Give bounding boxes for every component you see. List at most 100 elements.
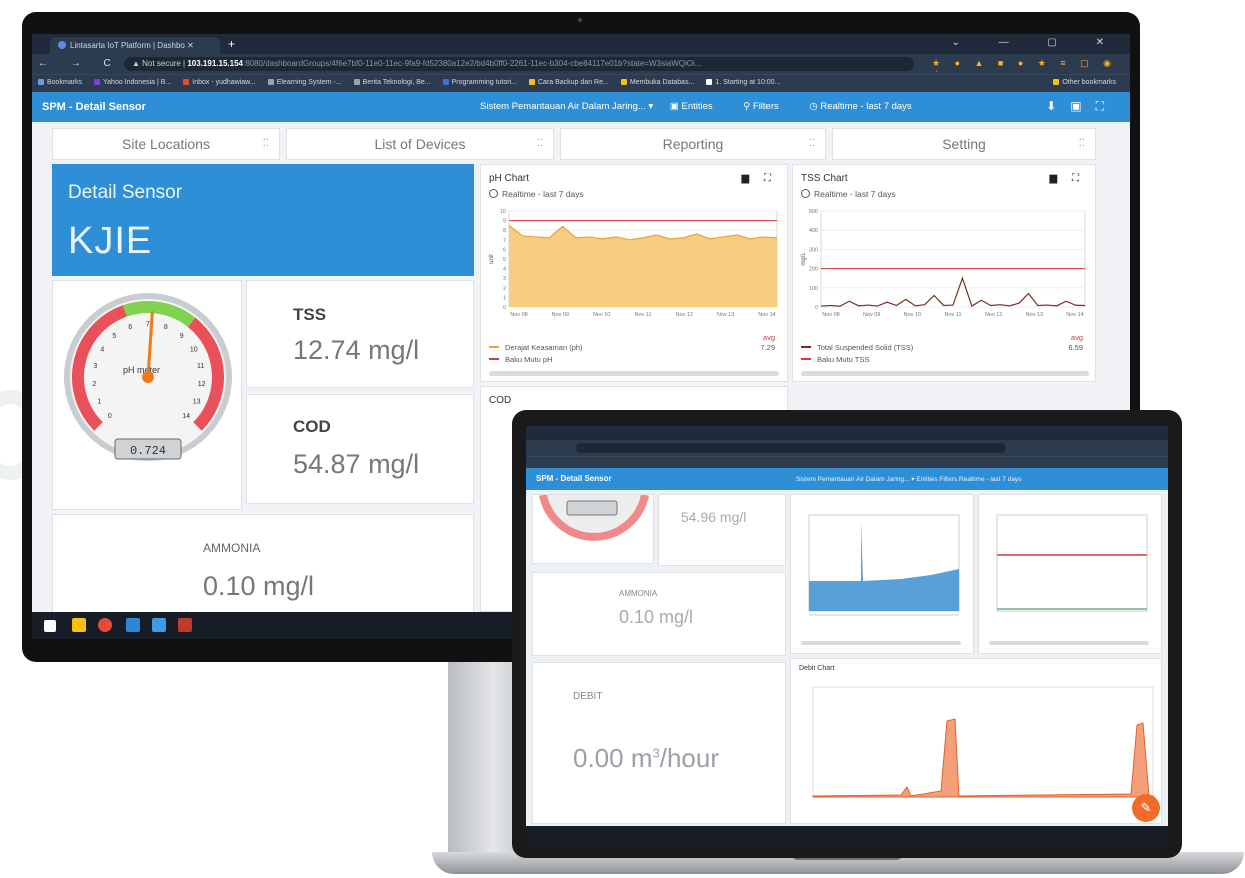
tss-chart-timewindow[interactable]: Realtime - last 7 days — [801, 189, 896, 199]
laptop-debit-chart: Debit Chart — [790, 658, 1162, 824]
dashboard-toolbar: Sistem Pemantauan Air Dalam Jaring... ▾ … — [480, 101, 940, 112]
ammonia-value-card: AMMONIA 0.10 mg/l — [52, 514, 474, 624]
chart-actions[interactable]: ▆ ⛶ — [742, 173, 777, 184]
x-tick-label: Nov 10 — [904, 312, 921, 318]
clock-icon — [489, 189, 498, 198]
bookmark-item[interactable]: Inbox - yudhawiaw... — [177, 75, 261, 90]
laptop-address-bar[interactable] — [576, 443, 1006, 453]
bookmark-item[interactable]: Yahoo Indonesia | B... — [88, 75, 177, 90]
y-tick-label: 200 — [809, 267, 818, 273]
ph-chart-timewindow[interactable]: Realtime - last 7 days — [489, 189, 584, 199]
y-tick-label: 0 — [815, 305, 818, 311]
ph-legend-avg: 7.29 — [760, 343, 775, 352]
bookmark-item[interactable]: Programming tutori... — [437, 75, 523, 90]
laptop-gauge — [539, 494, 649, 541]
laptop-ammonia-card: AMMONIA 0.10 mg/l — [532, 572, 786, 656]
y-tick-label: 4 — [503, 267, 506, 273]
nav-list-of-devices[interactable]: List of Devices ⁚⁚ — [286, 128, 554, 160]
ph-limit-legend-row[interactable]: Baku Mutu pH — [489, 355, 553, 364]
bookmark-item[interactable]: Membuka Databas... — [615, 75, 701, 90]
entities-button[interactable]: ▣ Entities — [670, 101, 727, 112]
y-tick-label: 400 — [809, 228, 818, 234]
laptop-debit-card: DEBIT 0.00 m3/hour — [532, 662, 786, 824]
tss-legend-row[interactable]: Total Suspended Solid (TSS) — [801, 343, 913, 352]
nav-buttons[interactable]: ← → C — [38, 58, 121, 69]
nav-setting[interactable]: Setting ⁚⁚ — [832, 128, 1096, 160]
drag-handle-icon[interactable]: ⁚⁚ — [263, 138, 269, 149]
gauge-tick-label: 8 — [164, 324, 168, 331]
y-tick-label: 5 — [503, 257, 506, 263]
gauge-tick-label: 11 — [197, 363, 204, 370]
cod-title: COD — [293, 417, 331, 436]
y-tick-label: 10 — [500, 209, 506, 215]
gauge-tick-label: 0 — [108, 413, 112, 420]
gauge-tick-label: 2 — [92, 381, 96, 388]
y-axis-label: unit — [489, 254, 495, 264]
tss-limit-legend-row[interactable]: Baku Mutu TSS — [801, 355, 869, 364]
plot-area — [820, 210, 1086, 308]
app-icon[interactable] — [178, 618, 192, 632]
ammonia-value: 0.10 mg/l — [203, 571, 315, 601]
gauge-tick-label: 5 — [112, 333, 116, 340]
tss-value-card: TSS 12.74 mg/l — [246, 280, 474, 388]
y-tick-label: 100 — [809, 286, 818, 292]
windows-start-icon[interactable] — [44, 620, 56, 632]
address-bar[interactable]: ▲ Not secure | 103.191.15.154:8080/dashb… — [124, 57, 914, 71]
bookmark-icon — [38, 79, 44, 85]
ph-chart-scrollbar[interactable] — [489, 371, 779, 376]
drag-handle-icon[interactable]: ⁚⁚ — [1079, 138, 1085, 149]
site-favicon-icon — [58, 41, 66, 49]
ph-chart-plot: 109876543210Nov 08 Nov 09 Nov 10 Nov 11 Nov … — [489, 209, 778, 318]
drag-handle-icon[interactable]: ⁚⁚ — [537, 138, 543, 149]
laptop-bookmarks-bar — [526, 456, 1168, 468]
bookmarks-bar: Bookmarks Yahoo Indonesia | B... Inbox - y… — [32, 74, 1130, 92]
ph-legend-header: avg — [762, 333, 775, 342]
filters-button[interactable]: ⚲ Filters — [743, 101, 792, 112]
edit-fab-button[interactable]: ✎ — [1132, 794, 1160, 822]
vscode-icon[interactable] — [126, 618, 140, 632]
x-tick-label: Nov 08 — [822, 312, 839, 318]
laptop-dashboard-toolbar[interactable]: Sistem Pemantauan Air Dalam Jaring... ▾ … — [796, 475, 1021, 483]
x-tick-label: Nov 11 — [944, 312, 961, 318]
bookmark-icon — [183, 79, 190, 85]
chrome-icon[interactable] — [98, 618, 112, 632]
new-tab-button[interactable]: + — [228, 37, 235, 51]
dashboard-title: SPM - Detail Sensor — [42, 101, 146, 113]
bookmark-item[interactable]: Berita Teknologi, Be... — [348, 75, 437, 90]
todo-icon[interactable] — [152, 618, 166, 632]
gauge-tick-label: 3 — [93, 363, 97, 370]
tss-chart-title: TSS Chart — [801, 173, 848, 184]
laptop-cod-card: 54.96 mg/l — [658, 494, 786, 566]
y-tick-label: 8 — [503, 228, 506, 234]
nav-reporting[interactable]: Reporting ⁚⁚ — [560, 128, 826, 160]
bookmark-item[interactable]: Cara Backup dan Re... — [523, 75, 615, 90]
bookmark-item[interactable]: Bookmarks — [32, 75, 88, 90]
file-explorer-icon[interactable] — [72, 618, 86, 632]
x-tick-label: Nov 12 — [985, 312, 1002, 318]
laptop-taskbar — [526, 826, 1168, 846]
timewindow-button[interactable]: ◷ Realtime - last 7 days — [809, 101, 925, 112]
tab-title: Lintasarta IoT Platform | Dashbo — [70, 41, 185, 50]
tss-chart-scrollbar[interactable] — [801, 371, 1089, 376]
header-icons[interactable]: ⬇▣⛶ — [1046, 99, 1118, 114]
ph-legend-row[interactable]: Derajat Keasaman (ph) — [489, 343, 583, 352]
laptop: SPM - Detail Sensor Sistem Pemantauan Ai… — [512, 410, 1182, 858]
tss-chart-card: TSS Chart Realtime - last 7 days ▆ ⛶ 500… — [792, 164, 1096, 382]
chart-actions[interactable]: ▆ ⛶ — [1050, 173, 1085, 184]
dashboard-group-select[interactable]: Sistem Pemantauan Air Dalam Jaring... ▾ — [480, 101, 653, 112]
window-controls[interactable]: ⌄ — ▢ ✕ — [951, 37, 1122, 48]
clock-icon — [801, 189, 810, 198]
drag-handle-icon[interactable]: ⁚⁚ — [809, 138, 815, 149]
browser-toolbar: ← → C ▲ Not secure | 103.191.15.154:8080… — [32, 54, 1130, 79]
nav-site-locations[interactable]: Site Locations ⁚⁚ — [52, 128, 280, 160]
x-tick-label: Nov 14 — [758, 312, 775, 318]
bookmark-item[interactable]: 1. Starting at 10:00... — [700, 75, 786, 90]
y-tick-label: 0 — [503, 305, 506, 311]
browser-tab[interactable]: Lintasarta IoT Platform | Dashbo ✕ — [50, 37, 220, 54]
url-path: :8080/dashboardGroups/4f6e7bf0-11e0-11ec… — [242, 59, 702, 68]
bookmark-item[interactable]: Elearning System -... — [262, 75, 348, 90]
laptop-chart-b-plot — [989, 514, 1149, 645]
tss-chart-plot: 500 400 300 200 100 0 Nov 08 Nov 09 Nov 10 Nov 11… — [801, 209, 1086, 318]
other-bookmarks[interactable]: Other bookmarks — [1047, 75, 1122, 90]
x-tick-label: Nov 09 — [552, 312, 569, 318]
